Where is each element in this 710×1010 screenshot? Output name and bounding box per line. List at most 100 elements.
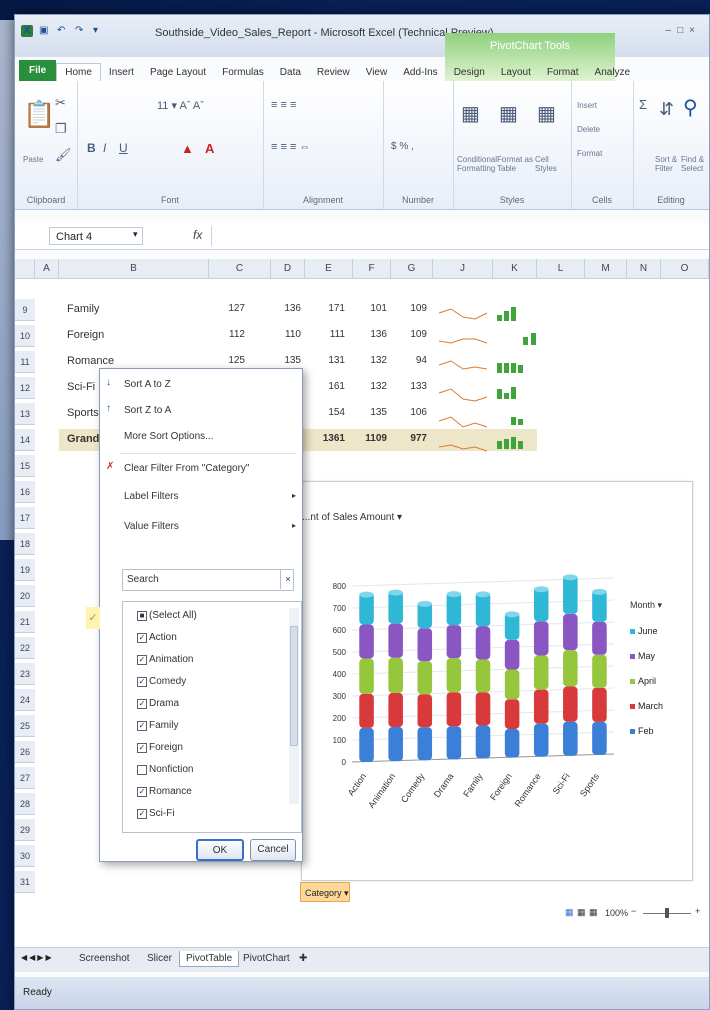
filter-item[interactable]: ✓ Romance [137, 786, 192, 797]
tab-file[interactable]: File [19, 60, 57, 81]
column-header-b[interactable]: B [59, 259, 209, 279]
value-cell[interactable]: 109 [393, 329, 427, 340]
value-cell[interactable]: 111 [311, 329, 345, 340]
checkbox-checked[interactable]: ✓ [137, 720, 147, 731]
column-header-o[interactable]: O [661, 259, 709, 279]
checkbox-partial[interactable]: ■ [137, 610, 147, 621]
column-header-l[interactable]: L [537, 259, 585, 279]
value-cell[interactable]: 109 [393, 303, 427, 314]
font-color-icon[interactable]: A [205, 141, 214, 156]
sort-z-to-a[interactable]: Sort Z to A [124, 405, 171, 416]
row-header[interactable]: 21 [15, 611, 35, 633]
row-header[interactable]: 29 [15, 819, 35, 841]
row-header[interactable]: 30 [15, 845, 35, 867]
checkbox-checked[interactable]: ✓ [137, 742, 147, 753]
zoom-slider-thumb[interactable] [665, 908, 669, 918]
filter-item[interactable]: ✓ Sci-Fi [137, 808, 175, 819]
row-header[interactable]: 27 [15, 767, 35, 789]
value-cell[interactable]: 135 [353, 407, 387, 418]
value-cell[interactable]: 101 [353, 303, 387, 314]
row-label-cell[interactable]: Romance [67, 355, 114, 367]
cancel-button[interactable]: Cancel [250, 839, 296, 861]
value-cell[interactable]: 135 [267, 355, 301, 366]
format-as-table-label[interactable]: Format as Table [497, 155, 533, 173]
filter-item[interactable]: ✓ Comedy [137, 676, 186, 687]
paste-icon[interactable]: 📋 [23, 99, 55, 130]
cut-icon[interactable]: ✂ [55, 95, 66, 111]
row-header[interactable]: 28 [15, 793, 35, 815]
row-header[interactable]: 25 [15, 715, 35, 737]
value-cell[interactable]: 132 [353, 381, 387, 392]
filter-list-scrollbar[interactable] [289, 608, 299, 804]
cell-styles-label[interactable]: Cell Styles [535, 155, 567, 173]
column-header-e[interactable]: E [305, 259, 353, 279]
column-header-d[interactable]: D [271, 259, 305, 279]
name-box[interactable]: Chart 4 [49, 227, 143, 245]
tab-page-layout[interactable]: Page Layout [142, 64, 214, 81]
chart-value-field-button[interactable]: ...nt of Sales Amount ▾ [302, 512, 402, 523]
column-header-m[interactable]: M [585, 259, 627, 279]
tab-data[interactable]: Data [272, 64, 309, 81]
row-label-cell[interactable]: Foreign [67, 329, 104, 341]
conditional-formatting-icon[interactable]: ▦ [461, 101, 480, 126]
value-cell[interactable]: 131 [311, 355, 345, 366]
value-cell[interactable]: 110 [267, 329, 301, 340]
customize-qat-icon[interactable]: ▾ [93, 25, 105, 37]
undo-icon[interactable]: ↶ [57, 25, 69, 37]
value-cell[interactable]: 127 [211, 303, 245, 314]
zoom-in-button[interactable]: + [695, 906, 700, 916]
font-size-icon[interactable]: 11 ▾ Aˆ Aˇ [157, 99, 204, 112]
checkbox-checked[interactable]: ✓ [137, 676, 147, 687]
currency-icon[interactable]: $ % , [391, 141, 414, 152]
zoom-level[interactable]: 100% [605, 908, 628, 918]
label-filters[interactable]: Label Filters [124, 491, 178, 502]
checkbox-checked[interactable]: ✓ [137, 698, 147, 709]
more-sort-options[interactable]: More Sort Options... [124, 431, 213, 442]
row-header[interactable]: 16 [15, 481, 35, 503]
pivot-chart[interactable]: ...nt of Sales Amount ▾ 0 100 200 300 400 500… [300, 481, 693, 902]
value-cell[interactable]: 136 [267, 303, 301, 314]
redo-icon[interactable]: ↷ [75, 25, 87, 37]
tab-view[interactable]: View [358, 64, 396, 81]
tab-design[interactable]: Design [446, 64, 493, 81]
row-header[interactable]: 19 [15, 559, 35, 581]
checkbox-checked[interactable]: ✓ [137, 786, 147, 797]
row-header[interactable]: 18 [15, 533, 35, 555]
paste-label[interactable]: Paste [23, 155, 43, 164]
filter-item[interactable]: ✓ Family [137, 720, 178, 731]
legend-title[interactable]: Month ▾ [630, 600, 686, 611]
column-header-f[interactable]: F [353, 259, 391, 279]
row-header[interactable]: 10 [15, 325, 35, 347]
tab-home[interactable]: Home [56, 63, 101, 81]
row-header[interactable]: 31 [15, 871, 35, 893]
tab-review[interactable]: Review [309, 64, 358, 81]
value-cell[interactable]: 106 [393, 407, 427, 418]
tab-insert[interactable]: Insert [101, 64, 142, 81]
insert-cells-button[interactable]: Insert [577, 101, 597, 110]
find-select-label[interactable]: Find & Select [681, 155, 709, 173]
row-header[interactable]: 11 [15, 351, 35, 373]
filter-item[interactable]: ✓ Action [137, 632, 177, 643]
sheet-tab-screenshot[interactable]: Screenshot [73, 951, 136, 966]
checkbox-checked[interactable]: ✓ [137, 632, 147, 643]
align-top-icon[interactable]: ≡ ≡ ≡ [271, 99, 296, 111]
value-cell[interactable]: 136 [353, 329, 387, 340]
value-cell[interactable]: 161 [311, 381, 345, 392]
find-select-icon[interactable]: ⚲ [683, 95, 698, 120]
save-icon[interactable]: ▣ [39, 25, 51, 37]
fill-color-icon[interactable]: ▲ [181, 141, 194, 156]
row-header[interactable]: 20 [15, 585, 35, 607]
value-cell[interactable]: 112 [211, 329, 245, 340]
column-header-c[interactable]: C [209, 259, 271, 279]
zoom-out-button[interactable]: − [631, 906, 636, 916]
value-cell[interactable]: 171 [311, 303, 345, 314]
window-controls[interactable]: –□× [666, 25, 701, 36]
filter-item[interactable]: ✓ Drama [137, 698, 179, 709]
scroll-thumb[interactable] [290, 626, 298, 746]
row-label-cell[interactable]: Family [67, 303, 99, 315]
value-cell[interactable]: 125 [211, 355, 245, 366]
checkbox-checked[interactable]: ✓ [137, 808, 147, 819]
align-center-icon[interactable]: ≡ ≡ ≡ ⇔ [271, 141, 310, 153]
format-as-table-icon[interactable]: ▦ [499, 101, 518, 126]
category-field-button[interactable]: Category ▾ [300, 882, 350, 902]
